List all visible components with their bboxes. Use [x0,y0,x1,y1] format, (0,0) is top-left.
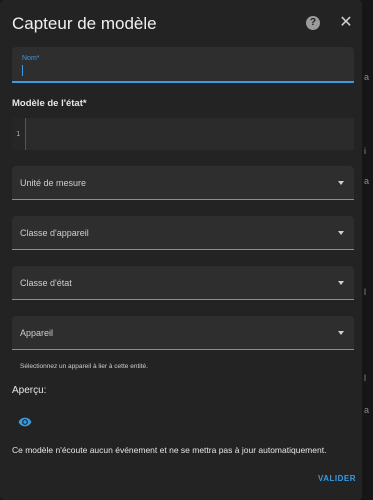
help-icon[interactable]: ? [306,16,320,30]
unit-select[interactable]: Unité de mesure [12,166,354,200]
eye-icon[interactable] [18,415,32,429]
device-class-label: Classe d'appareil [20,228,89,238]
background-text: a [364,72,370,82]
line-number-gutter: 1 [12,118,26,150]
close-icon[interactable]: ✕ [338,14,354,32]
line-number: 1 [16,130,21,138]
background-text: a [364,176,370,186]
template-sensor-dialog: Capteur de modèle ? ✕ Nom* Modèle de l'é… [0,0,362,500]
name-label: Nom* [22,55,40,62]
background-text: l [364,287,366,297]
chevron-down-icon [338,181,344,185]
chevron-down-icon [338,231,344,235]
background-text: i [364,146,366,156]
preview-message: Ce modèle n'écoute aucun événement et ne… [12,445,327,455]
unit-label: Unité de mesure [20,178,87,188]
dialog-header: Capteur de modèle ? ✕ [12,12,358,38]
device-label: Appareil [20,328,54,338]
text-cursor [22,65,23,76]
code-input[interactable] [26,118,354,150]
preview-label: Aperçu: [12,385,47,396]
background-text: l [364,373,366,383]
device-class-select[interactable]: Classe d'appareil [12,216,354,250]
name-field[interactable]: Nom* [12,47,354,83]
dialog-title: Capteur de modèle [12,14,157,33]
submit-button[interactable]: VALIDER [318,474,356,483]
template-code-editor[interactable]: 1 [12,118,354,150]
device-helper-text: Sélectionnez un appareil à lier à cette … [20,363,148,370]
device-select[interactable]: Appareil [12,316,354,350]
chevron-down-icon [338,281,344,285]
template-label: Modèle de l'état* [12,98,87,109]
state-class-select[interactable]: Classe d'état [12,266,354,300]
background-text: a [364,405,370,415]
chevron-down-icon [338,331,344,335]
state-class-label: Classe d'état [20,278,72,288]
